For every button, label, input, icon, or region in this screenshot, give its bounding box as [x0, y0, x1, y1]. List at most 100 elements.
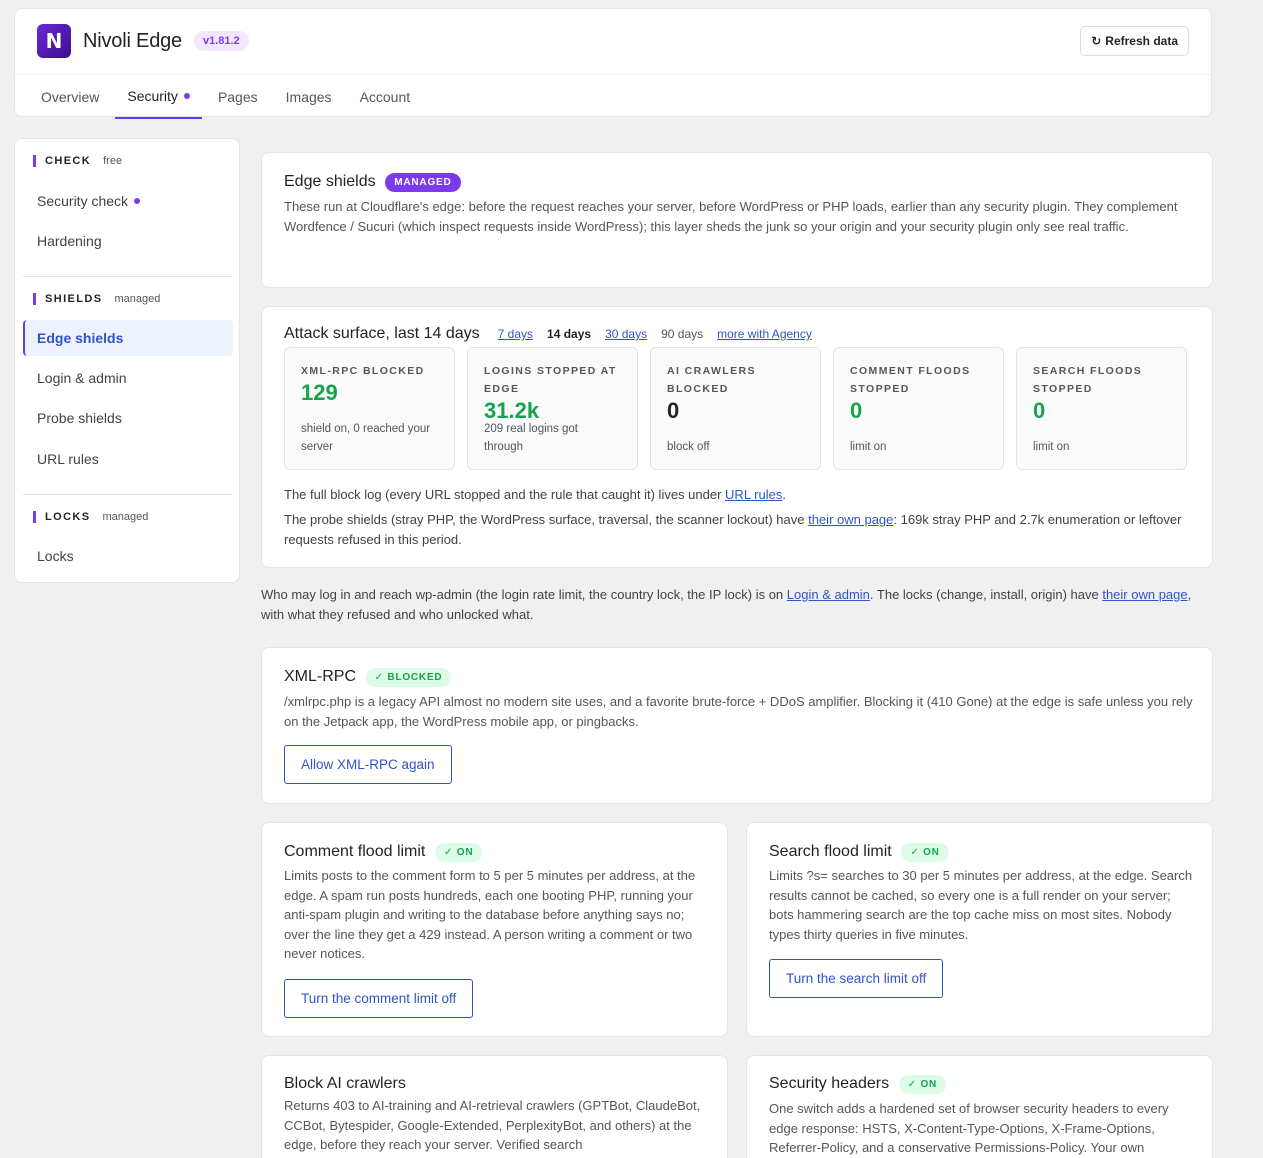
sidebar-item-label: Probe shields — [37, 410, 122, 426]
range-90-days: 90 days — [661, 327, 704, 341]
card-header: Search flood limit ✓ ON — [769, 843, 949, 863]
probe-shields-note: The probe shields (stray PHP, the WordPr… — [284, 510, 1194, 549]
card-title: XML-RPC — [284, 668, 357, 685]
card-description: Returns 403 to AI-training and AI-retrie… — [284, 1098, 701, 1152]
group-locks: LOCKS managed — [33, 511, 148, 523]
more-with-agency-link[interactable]: more with Agency — [717, 327, 812, 341]
sidebar-item-label: Edge shields — [37, 330, 124, 346]
sidebar-item-hardening[interactable]: Hardening — [23, 223, 233, 259]
login-admin-link[interactable]: Login & admin — [787, 587, 870, 602]
url-rules-link[interactable]: URL rules — [725, 487, 782, 502]
stats-row: XML-RPC BLOCKED 129 shield on, 0 reached… — [284, 347, 1187, 470]
note-text: The full block log (every URL stopped an… — [284, 487, 726, 502]
note-text: . The locks (change, install, origin) ha… — [869, 587, 1103, 602]
turn-search-limit-off-button[interactable]: Turn the search limit off — [769, 959, 944, 998]
card-header: Comment flood limit ✓ ON — [284, 843, 483, 863]
stat-sub: block off — [667, 441, 710, 453]
sidebar-item-url-rules[interactable]: URL rules — [23, 441, 233, 477]
search-flood-card: Search flood limit ✓ ON Limits ?s= searc… — [746, 822, 1213, 1037]
tab-images[interactable]: Images — [274, 75, 344, 119]
card-header: Attack surface, last 14 days 7 days 14 d… — [284, 325, 812, 343]
stat-logins-stopped: LOGINS STOPPED AT EDGE 31.2k 209 real lo… — [467, 347, 638, 470]
security-headers-card: Security headers ✓ ON One switch adds a … — [746, 1055, 1213, 1158]
stat-xmlrpc-blocked: XML-RPC BLOCKED 129 shield on, 0 reached… — [284, 347, 455, 470]
card-title: Block AI crawlers — [284, 1075, 406, 1092]
blocked-badge: ✓ BLOCKED — [365, 668, 452, 688]
sidebar-item-login-admin[interactable]: Login & admin — [23, 360, 233, 396]
card-description: These run at Cloudflare's edge: before t… — [284, 199, 1178, 234]
card-description: One switch adds a hardened set of browse… — [769, 1101, 1169, 1155]
range-30-days[interactable]: 30 days — [605, 327, 647, 341]
stat-sub: limit on — [850, 441, 887, 453]
stat-search-floods-stopped: SEARCH FLOODS STOPPED 0 limit on — [1016, 347, 1187, 470]
sidebar-item-locks[interactable]: Locks — [23, 538, 233, 574]
note-text: The probe shields (stray PHP, the WordPr… — [284, 512, 809, 527]
group-check: CHECK free — [33, 155, 122, 167]
sidebar-item-label: Security check — [37, 193, 129, 209]
tab-label: Security — [127, 88, 178, 104]
card-description: /xmlrpc.php is a legacy API almost no mo… — [284, 694, 1193, 729]
stat-comment-floods-stopped: COMMENT FLOODS STOPPED 0 limit on — [833, 347, 1004, 470]
card-header: Block AI crawlers — [284, 1075, 406, 1093]
group-marker — [33, 293, 36, 305]
tab-pages[interactable]: Pages — [206, 75, 270, 119]
on-badge: ✓ ON — [435, 843, 483, 863]
divider — [23, 494, 233, 495]
attack-surface-card: Attack surface, last 14 days 7 days 14 d… — [261, 306, 1213, 568]
group-shields: SHIELDS managed — [33, 293, 160, 305]
group-label: SHIELDS — [45, 293, 103, 305]
app-header: N Nivoli Edge v1.81.2 ↻ Refresh data Ove… — [14, 8, 1212, 119]
group-tag: managed — [114, 293, 161, 305]
stat-label: LOGINS STOPPED AT EDGE — [484, 365, 617, 395]
stat-label: COMMENT FLOODS STOPPED — [850, 365, 971, 395]
managed-badge: MANAGED — [385, 173, 461, 193]
probe-shields-page-link[interactable]: their own page — [808, 512, 893, 527]
refresh-data-button[interactable]: ↻ Refresh data — [1080, 26, 1189, 56]
card-header: XML-RPC ✓ BLOCKED — [284, 668, 452, 688]
card-description: Limits posts to the comment form to 5 pe… — [284, 868, 696, 961]
card-title: Edge shields — [284, 173, 376, 190]
login-admin-note: Who may log in and reach wp-admin (the l… — [261, 585, 1213, 625]
card-title: Search flood limit — [769, 843, 892, 860]
comment-flood-card: Comment flood limit ✓ ON Limits posts to… — [261, 822, 728, 1037]
stat-ai-crawlers-blocked: AI CRAWLERS BLOCKED 0 block off — [650, 347, 821, 470]
on-badge: ✓ ON — [898, 1075, 947, 1095]
card-title: Attack surface, last 14 days — [284, 325, 480, 342]
stat-label: AI CRAWLERS BLOCKED — [667, 365, 756, 395]
sidebar-item-label: Locks — [37, 548, 74, 564]
sidebar-item-security-check[interactable]: Security check — [23, 183, 233, 219]
group-tag: managed — [102, 511, 149, 523]
card-description: Limits ?s= searches to 30 per 5 minutes … — [769, 868, 1193, 942]
sidebar: CHECK free Security check Hardening SHIE… — [14, 138, 240, 583]
status-dot — [183, 93, 190, 99]
stat-sub: limit on — [1033, 441, 1070, 453]
stat-value: 0 — [667, 398, 680, 423]
stat-label: SEARCH FLOODS STOPPED — [1033, 365, 1143, 395]
version-badge: v1.81.2 — [193, 31, 249, 51]
stat-sub: shield on, 0 reached your server — [301, 423, 431, 453]
tab-label: Overview — [41, 89, 100, 105]
tab-account[interactable]: Account — [348, 75, 423, 119]
tab-label: Pages — [217, 89, 258, 105]
range-14-days[interactable]: 14 days — [547, 327, 591, 341]
sidebar-item-edge-shields[interactable]: Edge shields — [23, 320, 233, 356]
refresh-icon: ↻ — [1091, 34, 1102, 48]
on-badge: ✓ ON — [901, 843, 949, 863]
allow-xmlrpc-button[interactable]: Allow XML-RPC again — [284, 745, 452, 784]
tab-overview[interactable]: Overview — [29, 75, 111, 119]
logo: N — [37, 24, 71, 58]
tab-label: Images — [285, 89, 332, 105]
tab-security[interactable]: Security — [115, 75, 202, 119]
turn-comment-limit-off-button[interactable]: Turn the comment limit off — [284, 979, 474, 1018]
ai-crawlers-card: Block AI crawlers Returns 403 to AI-trai… — [261, 1055, 728, 1158]
main-nav: Overview Security Pages Images Account — [15, 74, 1211, 119]
range-7-days[interactable]: 7 days — [498, 327, 533, 341]
locks-page-link[interactable]: their own page — [1102, 587, 1187, 602]
block-log-note: The full block log (every URL stopped an… — [284, 485, 1194, 505]
group-marker — [33, 155, 36, 167]
group-label: CHECK — [45, 155, 92, 167]
edge-shields-card: Edge shields MANAGED These run at Cloudf… — [261, 152, 1213, 288]
xmlrpc-card: XML-RPC ✓ BLOCKED /xmlrpc.php is a legac… — [261, 647, 1213, 804]
stat-label: XML-RPC BLOCKED — [301, 365, 425, 377]
sidebar-item-probe-shields[interactable]: Probe shields — [23, 400, 233, 436]
